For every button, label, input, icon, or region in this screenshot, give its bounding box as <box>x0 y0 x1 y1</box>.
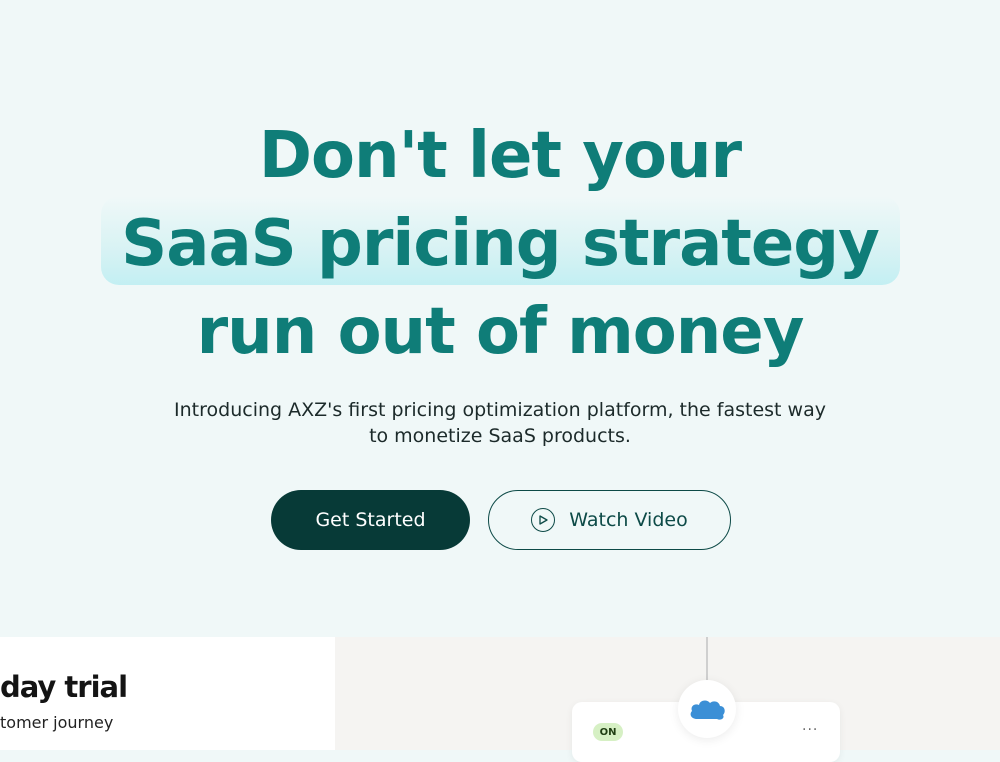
headline-line-2: SaaS pricing strategy <box>121 207 880 281</box>
watch-video-label: Watch Video <box>569 509 688 531</box>
status-badge[interactable]: ON <box>593 723 623 741</box>
get-started-button[interactable]: Get Started <box>271 490 470 550</box>
trial-subtitle: tomer journey <box>0 713 114 732</box>
cloud-node[interactable] <box>678 680 736 738</box>
play-circle-icon <box>531 508 556 532</box>
subtitle-line-2: to monetize SaaS products. <box>369 425 631 447</box>
subtitle-line-1: Introducing AXZ's first pricing optimiza… <box>174 399 826 421</box>
headline-line-1: Don't let your <box>258 119 742 193</box>
hero-section: Don't let your SaaS pricing strategy run… <box>0 0 1000 637</box>
headline-line-3: run out of money <box>196 295 805 369</box>
workflow-connector <box>706 637 708 685</box>
watch-video-button[interactable]: Watch Video <box>488 490 731 550</box>
hero-headline: Don't let your SaaS pricing strategy run… <box>0 112 1000 376</box>
more-horizontal-icon[interactable]: ··· <box>802 722 818 738</box>
cloud-icon <box>690 700 725 720</box>
get-started-label: Get Started <box>315 509 426 531</box>
hero-subtitle: Introducing AXZ's first pricing optimiza… <box>0 397 1000 449</box>
trial-title: day trial <box>0 670 128 704</box>
